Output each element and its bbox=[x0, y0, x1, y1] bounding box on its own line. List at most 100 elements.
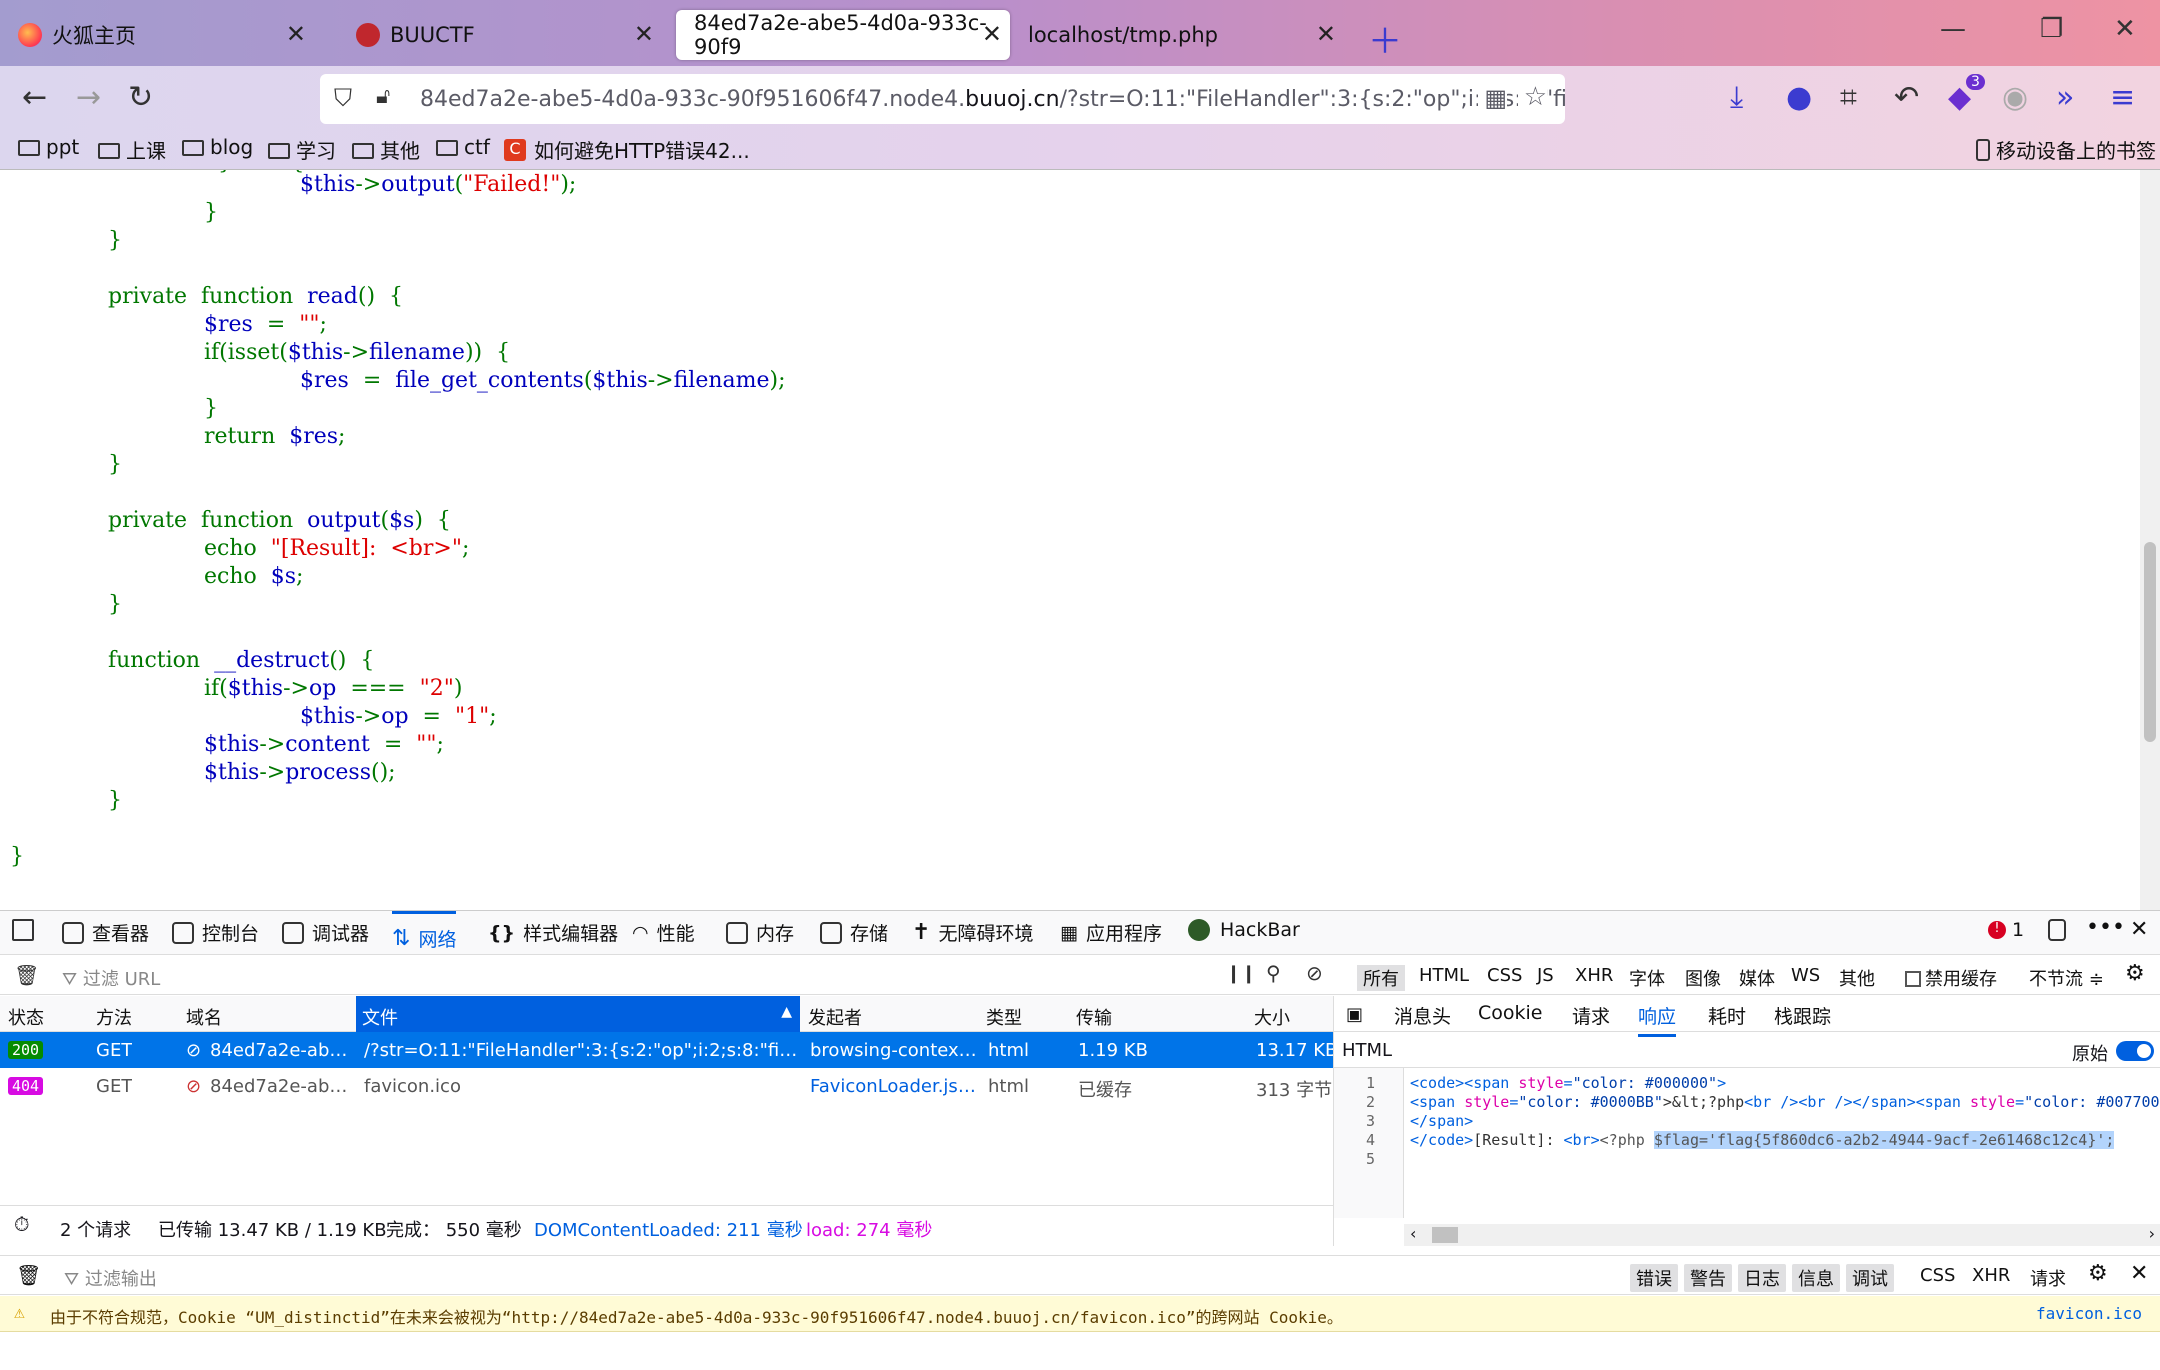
col-transferred[interactable]: 传输 bbox=[1076, 1004, 1112, 1030]
filter-xhr[interactable]: XHR bbox=[1966, 1264, 2016, 1287]
tab-request[interactable]: 请求 bbox=[1572, 1002, 1610, 1029]
clear-console-trash-icon[interactable]: 🗑︎ bbox=[10, 1262, 47, 1288]
col-file[interactable]: 文件 ▲ bbox=[356, 996, 800, 1032]
row-initiator[interactable]: FaviconLoader.jsm:... bbox=[810, 1076, 980, 1097]
filter-css[interactable]: CSS bbox=[1487, 965, 1522, 986]
screenshot-crop-icon[interactable]: ⌗ bbox=[1840, 80, 1857, 115]
filter-ws[interactable]: WS bbox=[1791, 965, 1820, 986]
hamburger-menu-icon[interactable]: ≡ bbox=[2110, 80, 2135, 115]
col-type[interactable]: 类型 bbox=[986, 1004, 1022, 1030]
bookmark-folder[interactable]: 其他 bbox=[352, 135, 420, 164]
tab-stack-trace[interactable]: 栈跟踪 bbox=[1774, 1002, 1831, 1029]
filter-info[interactable]: 信息 bbox=[1792, 1264, 1840, 1292]
search-icon[interactable]: ⚲ bbox=[1266, 961, 1281, 985]
tab-style-editor[interactable]: {} 样式编辑器 bbox=[488, 919, 618, 946]
tab-cookie[interactable]: Cookie bbox=[1478, 1002, 1543, 1024]
console-settings-gear-icon[interactable]: ⚙ bbox=[2082, 1260, 2114, 1287]
disable-cache-checkbox[interactable]: 禁用缓存 bbox=[1905, 965, 1997, 991]
col-initiator[interactable]: 发起者 bbox=[808, 1004, 862, 1030]
bookmark-folder[interactable]: blog bbox=[182, 135, 253, 159]
tab-application[interactable]: ▦ 应用程序 bbox=[1060, 919, 1162, 946]
filter-warnings[interactable]: 警告 bbox=[1684, 1264, 1732, 1292]
new-tab-icon[interactable]: ＋ bbox=[1368, 14, 1402, 63]
warning-source-link[interactable]: favicon.ico bbox=[2036, 1304, 2142, 1323]
response-source[interactable]: <code><span style="color: #000000"> <spa… bbox=[1410, 1068, 2160, 1218]
table-row[interactable]: 200 GET ⊘ 84ed7a2e-abe5... /?str=O:11:"F… bbox=[0, 1032, 1337, 1068]
filter-js[interactable]: JS bbox=[1537, 965, 1554, 986]
close-tab-icon[interactable]: ✕ bbox=[286, 20, 306, 48]
tab-firefox-home[interactable]: 火狐主页 ✕ bbox=[0, 10, 320, 60]
bookmark-star-icon[interactable]: ☆ bbox=[1517, 82, 1547, 112]
restore-icon[interactable]: ❐ bbox=[2040, 14, 2063, 44]
close-tab-icon[interactable]: ✕ bbox=[982, 20, 1002, 48]
bookmark-folder[interactable]: 上课 bbox=[98, 135, 166, 164]
close-console-icon[interactable]: ✕ bbox=[2124, 1260, 2154, 1287]
flag-value[interactable]: $flag='flag{5f860dc6-a2b2-4944-9acf-2e61… bbox=[1653, 1131, 2115, 1149]
close-tab-icon[interactable]: ✕ bbox=[634, 20, 654, 48]
reload-icon[interactable]: ↻ bbox=[128, 80, 153, 115]
tab-inspector[interactable]: 查看器 bbox=[62, 919, 149, 946]
scrollbar-thumb[interactable] bbox=[1432, 1227, 1458, 1243]
console-filter-input[interactable]: ⛛ 过滤输出 bbox=[58, 1264, 163, 1292]
filter-requests[interactable]: 请求 bbox=[2024, 1264, 2072, 1292]
toggle-sidebar-icon[interactable]: ▣ bbox=[1346, 1004, 1363, 1025]
error-count[interactable]: ! 1 bbox=[1988, 919, 2024, 941]
shield-icon[interactable]: ⛉ bbox=[334, 84, 352, 112]
filter-url-input[interactable]: ⛛ 过滤 URL bbox=[62, 965, 160, 991]
trash-icon[interactable]: 🗑︎ bbox=[14, 963, 39, 987]
col-size[interactable]: 大小 bbox=[1254, 1004, 1290, 1030]
pause-icon[interactable]: ❙❙ bbox=[1226, 963, 1256, 984]
tab-timings[interactable]: 耗时 bbox=[1708, 1002, 1746, 1029]
filter-errors[interactable]: 错误 bbox=[1630, 1264, 1678, 1292]
close-tab-icon[interactable]: ✕ bbox=[1316, 20, 1336, 48]
url-bar[interactable]: ⛉ 🔓︎ 84ed7a2e-abe5-4d0a-933c-90f951606f4… bbox=[320, 74, 1565, 124]
download-icon[interactable]: ⤓ bbox=[1730, 80, 1743, 115]
tab-accessibility[interactable]: ✝ 无障碍环境 bbox=[912, 919, 1033, 946]
addon-record-icon[interactable]: ◉ bbox=[2002, 80, 2028, 115]
block-icon[interactable]: ⊘ bbox=[1306, 961, 1323, 985]
raw-toggle-switch[interactable] bbox=[2116, 1041, 2154, 1061]
bookmark-folder[interactable]: ctf bbox=[436, 135, 490, 159]
filter-image[interactable]: 图像 bbox=[1685, 965, 1721, 991]
element-picker-icon[interactable] bbox=[12, 919, 42, 941]
close-devtools-icon[interactable]: ✕ bbox=[2130, 917, 2148, 942]
insecure-lock-icon[interactable]: 🔓︎ bbox=[376, 84, 390, 109]
filter-html[interactable]: HTML bbox=[1419, 965, 1469, 986]
settings-gear-icon[interactable]: ⚙ bbox=[2125, 961, 2145, 986]
forward-arrow-icon[interactable]: → bbox=[76, 80, 101, 115]
col-method[interactable]: 方法 bbox=[96, 1004, 132, 1030]
table-row[interactable]: 404 GET ⊘ 84ed7a2e-abe5... favicon.ico F… bbox=[0, 1068, 1333, 1104]
filter-font[interactable]: 字体 bbox=[1629, 965, 1665, 991]
tab-hackbar[interactable]: HackBar bbox=[1188, 919, 1300, 941]
tab-debugger[interactable]: 调试器 bbox=[282, 919, 369, 946]
mobile-bookmarks[interactable]: 移动设备上的书签 bbox=[1976, 135, 2156, 164]
filter-css[interactable]: CSS bbox=[1914, 1264, 1961, 1287]
throttling-select[interactable]: 不节流 ≑ bbox=[2029, 965, 2104, 991]
undo-icon[interactable]: ↶ bbox=[1894, 80, 1919, 115]
account-icon[interactable]: ● bbox=[1786, 80, 1812, 115]
tab-performance[interactable]: ◠ 性能 bbox=[632, 919, 695, 946]
bookmark-folder[interactable]: ppt bbox=[18, 135, 79, 159]
filter-debug[interactable]: 调试 bbox=[1846, 1264, 1894, 1292]
tab-network[interactable]: ⇅ 网络 bbox=[392, 911, 457, 955]
tab-memory[interactable]: 内存 bbox=[726, 919, 794, 946]
dock-icon[interactable] bbox=[2048, 919, 2074, 941]
tab-buuctf[interactable]: BUUCTF ✕ bbox=[338, 10, 668, 60]
close-window-icon[interactable]: ✕ bbox=[2114, 14, 2136, 44]
filter-xhr[interactable]: XHR bbox=[1575, 965, 1613, 986]
minimize-icon[interactable]: — bbox=[1940, 14, 1966, 44]
scroll-left-icon[interactable]: ‹ bbox=[1410, 1224, 1416, 1243]
filter-all[interactable]: 所有 bbox=[1357, 965, 1405, 991]
bookmark-folder[interactable]: 学习 bbox=[268, 135, 336, 164]
bookmark-link[interactable]: C 如何避免HTTP错误42... bbox=[504, 135, 750, 164]
qr-code-icon[interactable]: ▦ bbox=[1478, 84, 1507, 112]
tab-headers[interactable]: 消息头 bbox=[1394, 1002, 1451, 1029]
more-options-icon[interactable]: ••• bbox=[2086, 915, 2125, 940]
filter-media[interactable]: 媒体 bbox=[1739, 965, 1775, 991]
tab-challenge-active[interactable]: 84ed7a2e-abe5-4d0a-933c-90f9 ✕ bbox=[676, 10, 1010, 60]
col-domain[interactable]: 域名 bbox=[186, 1004, 222, 1030]
filter-logs[interactable]: 日志 bbox=[1738, 1264, 1786, 1292]
overflow-chevron-icon[interactable]: » bbox=[2056, 80, 2074, 115]
scrollbar-thumb[interactable] bbox=[2144, 542, 2156, 742]
tab-storage[interactable]: 存储 bbox=[820, 919, 888, 946]
